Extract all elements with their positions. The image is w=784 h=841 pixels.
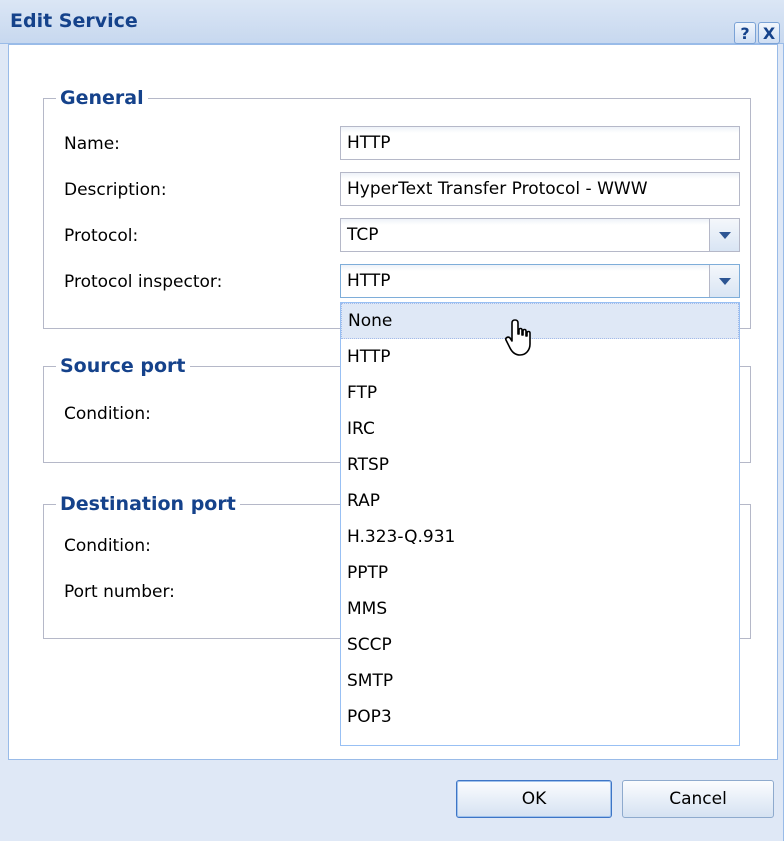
description-field[interactable]: HyperText Transfer Protocol - WWW [340, 172, 740, 206]
ok-button[interactable]: OK [456, 780, 612, 818]
destination-port-legend: Destination port [60, 493, 236, 515]
protocol-label: Protocol: [64, 226, 139, 246]
dropdown-option-pptp[interactable]: PPTP [341, 555, 739, 591]
protocol-select[interactable]: TCP [340, 218, 740, 252]
dropdown-option-rap[interactable]: RAP [341, 483, 739, 519]
dropdown-option-sccp[interactable]: SCCP [341, 627, 739, 663]
description-label: Description: [64, 180, 167, 200]
dropdown-option-ftp[interactable]: FTP [341, 375, 739, 411]
protocol-inspector-select[interactable]: HTTP [340, 264, 740, 298]
dropdown-option-pop3[interactable]: POP3 [341, 699, 739, 735]
hand-cursor-icon [505, 319, 531, 356]
edit-service-dialog: Edit Service ? X General Source port Des… [0, 0, 784, 841]
port-number-label: Port number: [64, 582, 175, 602]
dropdown-option-mms[interactable]: MMS [341, 591, 739, 627]
dropdown-option-smtp[interactable]: SMTP [341, 663, 739, 699]
destination-condition-label: Condition: [64, 536, 151, 556]
chevron-down-icon[interactable] [709, 219, 739, 251]
protocol-inspector-select-value: HTTP [347, 271, 391, 291]
chevron-down-icon[interactable] [709, 265, 739, 297]
cancel-button[interactable]: Cancel [622, 780, 774, 818]
name-label: Name: [64, 134, 120, 154]
dialog-title: Edit Service [10, 10, 138, 32]
protocol-inspector-dropdown[interactable]: None HTTP FTP IRC RTSP RAP H.323-Q.931 P… [340, 302, 740, 746]
name-field[interactable]: HTTP [340, 126, 740, 160]
close-icon[interactable]: X [758, 22, 780, 44]
dropdown-option-irc[interactable]: IRC [341, 411, 739, 447]
protocol-inspector-label: Protocol inspector: [64, 272, 223, 292]
protocol-select-value: TCP [347, 225, 379, 245]
source-port-legend: Source port [60, 355, 186, 377]
general-legend: General [60, 87, 144, 109]
dropdown-option-h323[interactable]: H.323-Q.931 [341, 519, 739, 555]
source-condition-label: Condition: [64, 404, 151, 424]
dropdown-option-rtsp[interactable]: RTSP [341, 447, 739, 483]
dialog-titlebar[interactable]: Edit Service ? X [0, 0, 784, 44]
help-icon[interactable]: ? [734, 22, 756, 44]
